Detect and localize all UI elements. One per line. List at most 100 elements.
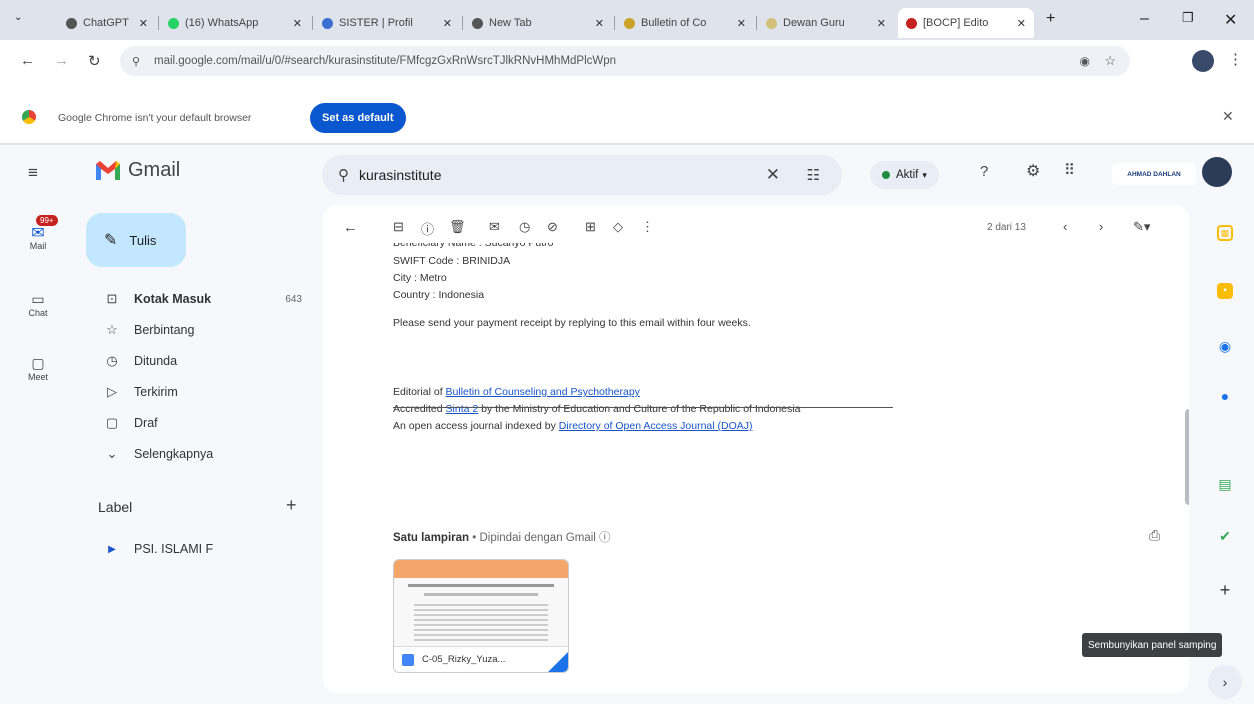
browser-tab[interactable]: SISTER | Profil ✕ [314,8,460,38]
status-selector[interactable]: Aktif ▾ [870,161,939,189]
close-tab-icon[interactable]: ✕ [1017,17,1026,30]
sidebar-item[interactable]: ▷ Terkirim [76,377,312,407]
search-icon[interactable]: ⚲ [338,166,349,184]
tab-separator [614,16,615,30]
close-tab-icon[interactable]: ✕ [139,17,148,30]
rail-mail[interactable]: ✉ 99+ Mail [18,215,58,251]
help-icon[interactable]: ? [980,163,988,180]
bookmark-star-icon[interactable]: ☆ [1104,53,1116,69]
sidebar-item-label: Selengkapnya [134,447,214,461]
set-default-button[interactable]: Set as default [310,103,406,133]
rail-meet[interactable]: ▢ Meet [18,355,58,382]
snooze-icon[interactable]: ◷ [519,219,530,235]
apps-grid-icon[interactable]: ⠿ [1064,161,1075,179]
tasks-icon[interactable]: ◉ [1214,335,1236,357]
default-browser-infobar: Google Chrome isn't your default browser… [0,82,1254,144]
tab-separator [756,16,757,30]
journal-link[interactable]: Bulletin of Counseling and Psychotherapy [446,386,640,398]
thumb-header-band [394,560,568,578]
get-addons-icon[interactable]: + [1214,579,1236,601]
attachments-heading: Satu lampiran [393,532,470,544]
browser-tab[interactable]: [BOCP] Edito ✕ [898,8,1034,38]
close-tab-icon[interactable]: ✕ [443,17,452,30]
close-infobar-icon[interactable]: ✕ [1222,108,1234,125]
pager-text: 2 dari 13 [987,222,1026,233]
prev-email-icon[interactable]: ‹ [1063,219,1067,234]
browser-tab[interactable]: Bulletin of Co ✕ [616,8,754,38]
settings-gear-icon[interactable]: ⚙ [1026,161,1040,181]
browser-tab[interactable]: Dewan Guru ✕ [758,8,894,38]
tab-title: Dewan Guru [783,17,845,29]
close-tab-icon[interactable]: ✕ [877,17,886,30]
url-input[interactable]: ⚲ mail.google.com/mail/u/0/#search/kuras… [120,46,1130,76]
chrome-logo-icon [22,110,36,124]
sidebar-item[interactable]: ⊡ Kotak Masuk 643 [76,284,312,314]
sidebar-item[interactable]: ☆ Berbintang [76,315,312,345]
sidebar-item[interactable]: ▢ Draf [76,408,312,438]
close-tab-icon[interactable]: ✕ [737,17,746,30]
search-input[interactable]: kurasinstitute [359,167,441,183]
chrome-menu-icon[interactable]: ⋮ [1228,50,1243,68]
star-icon: ☆ [106,322,118,337]
add-task-icon[interactable]: ⊘ [547,219,558,235]
email-scrollbar[interactable] [1185,409,1189,505]
sidebar-item[interactable]: ◷ Ditunda [76,346,312,376]
label-tag-icon: ▶ [108,543,116,555]
chevron-down-icon: ⌄ [106,446,118,461]
search-bar[interactable]: ⚲ kurasinstitute ✕ ☷ [322,155,842,195]
sidebar: ✎ Tulis ⊡ Kotak Masuk 643 ☆ Berbintang ◷ Ditun… [76,145,316,704]
doaj-link[interactable]: Directory of Open Access Journal (DOAJ) [559,420,753,432]
browser-tab-bar: ⌄ ChatGPT ✕ (16) WhatsApp ✕ SISTER | Profil ✕… [0,0,1254,40]
rail-chat-label: Chat [28,308,48,318]
browser-tab[interactable]: New Tab ✕ [464,8,612,38]
more-options-icon[interactable]: ⋮ [641,219,654,235]
contacts-icon[interactable]: ● [1214,385,1236,407]
rail-chat[interactable]: ▭ Chat [18,291,58,318]
input-tools-icon[interactable]: ✎▾ [1133,219,1150,235]
save-to-drive-icon[interactable]: ⎙ [1149,527,1160,544]
move-to-icon[interactable]: ⊞ [585,219,596,235]
mark-unread-icon[interactable]: ✉ [489,219,500,235]
site-info-icon[interactable]: ⚲ [132,55,140,68]
close-window-icon[interactable]: ✕ [1224,10,1237,30]
reload-icon[interactable]: ↻ [88,52,101,70]
report-spam-icon[interactable]: ⓘ [421,219,434,238]
label-icon[interactable]: ◇ [613,219,623,235]
close-tab-icon[interactable]: ✕ [293,17,302,30]
compose-button[interactable]: ✎ Tulis [86,213,186,267]
delete-icon[interactable]: 🗑 [449,219,466,235]
maximize-icon[interactable]: ❐ [1182,10,1194,26]
attachment-thumbnail[interactable]: C-05_Rizky_Yuza... [393,559,569,673]
add-label-icon[interactable]: + [286,495,297,516]
minimize-icon[interactable]: – [1140,10,1149,28]
sinta-link[interactable]: Sinta 2 [446,403,479,415]
search-options-icon[interactable]: ☷ [807,166,820,184]
addon-grid-icon[interactable]: ▤ [1214,473,1236,495]
forward-icon[interactable]: → [54,52,69,69]
profile-avatar[interactable] [1192,50,1214,72]
hide-side-panel-button[interactable]: › [1208,665,1242,699]
keep-icon[interactable]: ▪ [1217,283,1233,299]
browser-tab[interactable]: ChatGPT ✕ [58,8,156,38]
new-tab-button[interactable]: + [1046,10,1055,28]
sidebar-item[interactable]: ⌄ Selengkapnya [76,439,312,469]
account-org-badge[interactable]: AHMAD DAHLAN [1112,163,1196,185]
close-tab-icon[interactable]: ✕ [595,17,604,30]
eye-icon[interactable]: ◉ [1080,54,1090,68]
attachments-header: Satu lampiran • Dipindai dengan Gmail ⓘ [393,529,611,545]
addon-check-icon[interactable]: ✔ [1214,525,1236,547]
browser-tab[interactable]: (16) WhatsApp ✕ [160,8,310,38]
label-item-psi-islami[interactable]: ▶ PSI. ISLAMI F [76,534,312,564]
tab-separator [158,16,159,30]
back-icon[interactable]: ← [20,52,35,69]
calendar-icon[interactable]: ▦ [1217,225,1233,241]
next-email-icon[interactable]: › [1099,219,1103,234]
sidebar-item-label: Berbintang [134,323,195,337]
back-to-list-icon[interactable]: ← [343,219,358,236]
archive-icon[interactable]: ⊟ [393,219,404,235]
tab-search-icon[interactable]: ⌄ [14,12,22,23]
clear-search-icon[interactable]: ✕ [766,165,780,185]
email-line-city: City : Metro [393,272,447,284]
status-label: Aktif [896,169,919,181]
url-text: mail.google.com/mail/u/0/#search/kurasin… [154,55,617,67]
